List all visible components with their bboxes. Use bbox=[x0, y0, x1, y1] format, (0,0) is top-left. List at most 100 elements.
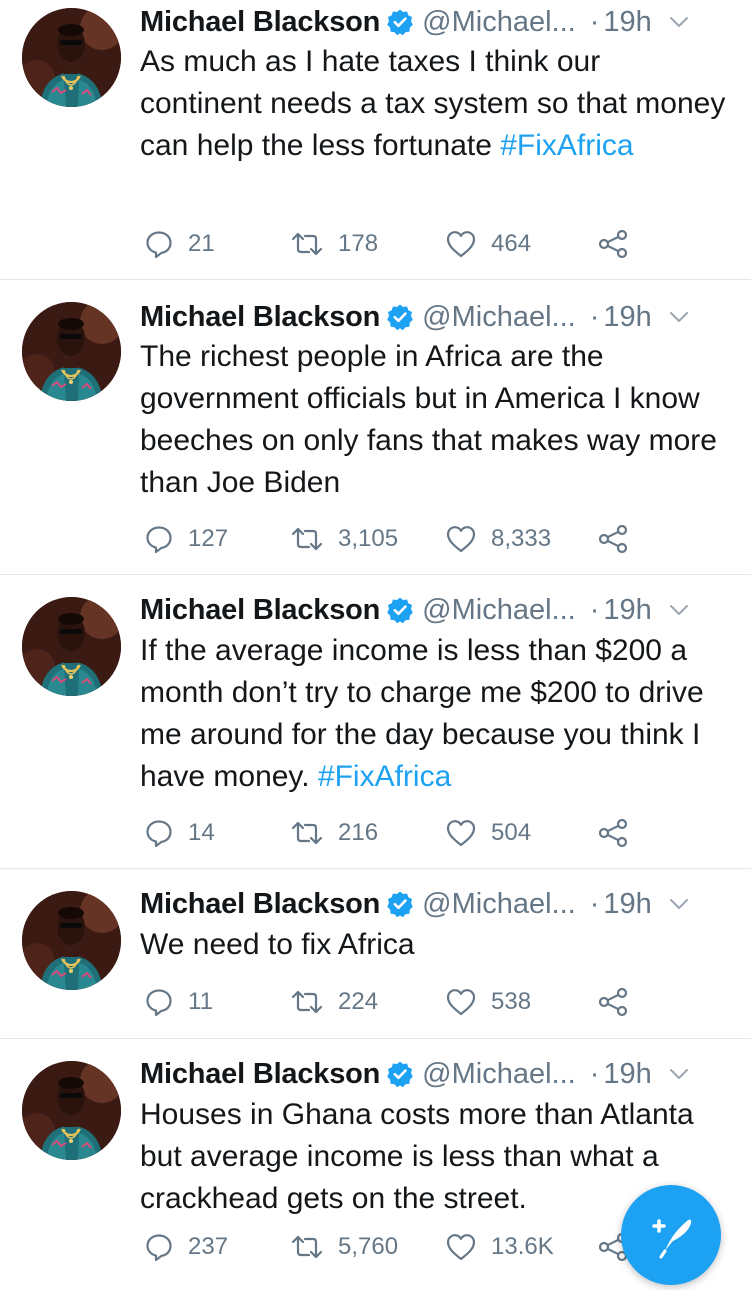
avatar[interactable] bbox=[22, 8, 121, 107]
retweet-icon bbox=[291, 527, 323, 551]
heart-icon bbox=[446, 231, 476, 258]
heart-icon bbox=[446, 1234, 476, 1261]
share-icon bbox=[598, 987, 628, 1017]
share-button[interactable] bbox=[597, 984, 629, 1020]
retweet-button[interactable]: 178 bbox=[290, 226, 378, 262]
like-button[interactable]: 504 bbox=[445, 815, 531, 851]
tweet-timestamp[interactable]: 19h bbox=[603, 594, 651, 627]
verified-badge-icon bbox=[387, 891, 413, 918]
tweet-body-text: We need to fix Africa bbox=[140, 928, 415, 961]
separator-dot: · bbox=[589, 300, 600, 333]
author-handle[interactable]: @Michael... bbox=[422, 594, 576, 627]
author-name[interactable]: Michael Blackson bbox=[140, 1058, 380, 1091]
retweet-count: 216 bbox=[338, 819, 379, 846]
like-button[interactable]: 464 bbox=[445, 226, 531, 262]
avatar[interactable] bbox=[22, 597, 121, 696]
tweet-actions: 11 224 538 bbox=[144, 984, 704, 1020]
verified-badge-icon bbox=[387, 1061, 413, 1088]
tweet-header: Michael Blackson @Michael... · 19h bbox=[140, 1054, 729, 1094]
author-handle[interactable]: @Michael... bbox=[422, 301, 576, 334]
like-count: 8,333 bbox=[491, 525, 552, 552]
tweet-timestamp[interactable]: 19h bbox=[603, 301, 651, 334]
retweet-icon bbox=[291, 232, 323, 256]
verified-badge-icon bbox=[387, 597, 413, 624]
retweet-button[interactable]: 3,105 bbox=[290, 521, 398, 557]
author-name[interactable]: Michael Blackson bbox=[140, 6, 380, 39]
reply-button[interactable]: 127 bbox=[144, 521, 228, 557]
tweet-body-text: The richest people in Africa are the gov… bbox=[140, 340, 717, 499]
hashtag-link[interactable]: #FixAfrica bbox=[318, 760, 451, 793]
compose-tweet-icon bbox=[652, 1219, 692, 1259]
separator-dot: · bbox=[589, 5, 600, 38]
tweet-actions: 14 216 504 bbox=[144, 815, 704, 851]
chevron-down-icon[interactable] bbox=[668, 1063, 690, 1085]
retweet-count: 5,760 bbox=[338, 1233, 399, 1260]
verified-badge-icon bbox=[387, 9, 413, 36]
chevron-down-icon[interactable] bbox=[668, 306, 690, 328]
reply-icon bbox=[146, 526, 172, 554]
reply-button[interactable]: 14 bbox=[144, 815, 215, 851]
tweet-text: We need to fix Africa bbox=[140, 924, 729, 966]
like-count: 504 bbox=[491, 819, 532, 846]
tweet-header: Michael Blackson @Michael... · 19h bbox=[140, 2, 729, 42]
author-handle[interactable]: @Michael... bbox=[422, 6, 576, 39]
author-name[interactable]: Michael Blackson bbox=[140, 301, 380, 334]
reply-icon bbox=[146, 1234, 172, 1262]
tweet[interactable]: Michael Blackson @Michael... · 19h If th… bbox=[0, 575, 751, 869]
like-button[interactable]: 8,333 bbox=[445, 521, 551, 557]
like-count: 13.6K bbox=[491, 1233, 554, 1260]
tweet-actions: 21 178 464 bbox=[144, 226, 704, 262]
heart-icon bbox=[446, 526, 476, 553]
chevron-down-icon[interactable] bbox=[668, 599, 690, 621]
retweet-button[interactable]: 5,760 bbox=[290, 1229, 398, 1265]
separator-dot: · bbox=[589, 593, 600, 626]
reply-button[interactable]: 21 bbox=[144, 226, 215, 262]
tweet[interactable]: Michael Blackson @Michael... · 19h We ne… bbox=[0, 869, 751, 1039]
share-button[interactable] bbox=[597, 226, 629, 262]
hashtag-link[interactable]: #FixAfrica bbox=[500, 129, 633, 162]
retweet-button[interactable]: 224 bbox=[290, 984, 378, 1020]
chevron-down-icon[interactable] bbox=[668, 893, 690, 915]
share-button[interactable] bbox=[597, 815, 629, 851]
tweet-text: As much as I hate taxes I think our cont… bbox=[140, 41, 729, 167]
tweet-text: If the average income is less than $200 … bbox=[140, 630, 729, 798]
like-button[interactable]: 13.6K bbox=[445, 1229, 554, 1265]
like-count: 538 bbox=[491, 988, 532, 1015]
share-icon bbox=[598, 524, 628, 554]
tweet-actions: 237 5,760 13.6K bbox=[144, 1229, 704, 1265]
avatar[interactable] bbox=[22, 1061, 121, 1160]
retweet-button[interactable]: 216 bbox=[290, 815, 378, 851]
tweet-header: Michael Blackson @Michael... · 19h bbox=[140, 297, 729, 337]
chevron-down-icon[interactable] bbox=[668, 11, 690, 33]
like-button[interactable]: 538 bbox=[445, 984, 531, 1020]
reply-count: 127 bbox=[188, 525, 229, 552]
retweet-icon bbox=[291, 990, 323, 1014]
tweet[interactable]: Michael Blackson @Michael... · 19h The r… bbox=[0, 280, 751, 575]
reply-icon bbox=[146, 989, 172, 1017]
share-icon bbox=[598, 229, 628, 259]
reply-button[interactable]: 11 bbox=[144, 984, 213, 1020]
compose-tweet-button[interactable] bbox=[621, 1185, 721, 1285]
reply-button[interactable]: 237 bbox=[144, 1229, 228, 1265]
tweet-timestamp[interactable]: 19h bbox=[603, 888, 651, 921]
author-handle[interactable]: @Michael... bbox=[422, 1058, 576, 1091]
tweet-timestamp[interactable]: 19h bbox=[603, 1058, 651, 1091]
heart-icon bbox=[446, 989, 476, 1016]
separator-dot: · bbox=[589, 887, 600, 920]
like-count: 464 bbox=[491, 230, 532, 257]
share-button[interactable] bbox=[597, 521, 629, 557]
reply-icon bbox=[146, 820, 172, 848]
reply-icon bbox=[146, 231, 172, 259]
tweet-header: Michael Blackson @Michael... · 19h bbox=[140, 884, 729, 924]
author-name[interactable]: Michael Blackson bbox=[140, 888, 380, 921]
tweet-timestamp[interactable]: 19h bbox=[603, 6, 651, 39]
tweet[interactable]: Michael Blackson @Michael... · 19h As mu… bbox=[0, 0, 751, 280]
retweet-icon bbox=[291, 1235, 323, 1259]
avatar[interactable] bbox=[22, 891, 121, 990]
reply-count: 11 bbox=[188, 988, 213, 1015]
tweet-body-text: Houses in Ghana costs more than Atlanta … bbox=[140, 1098, 694, 1215]
author-name[interactable]: Michael Blackson bbox=[140, 594, 380, 627]
tweet-header: Michael Blackson @Michael... · 19h bbox=[140, 590, 729, 630]
avatar[interactable] bbox=[22, 302, 121, 401]
author-handle[interactable]: @Michael... bbox=[422, 888, 576, 921]
